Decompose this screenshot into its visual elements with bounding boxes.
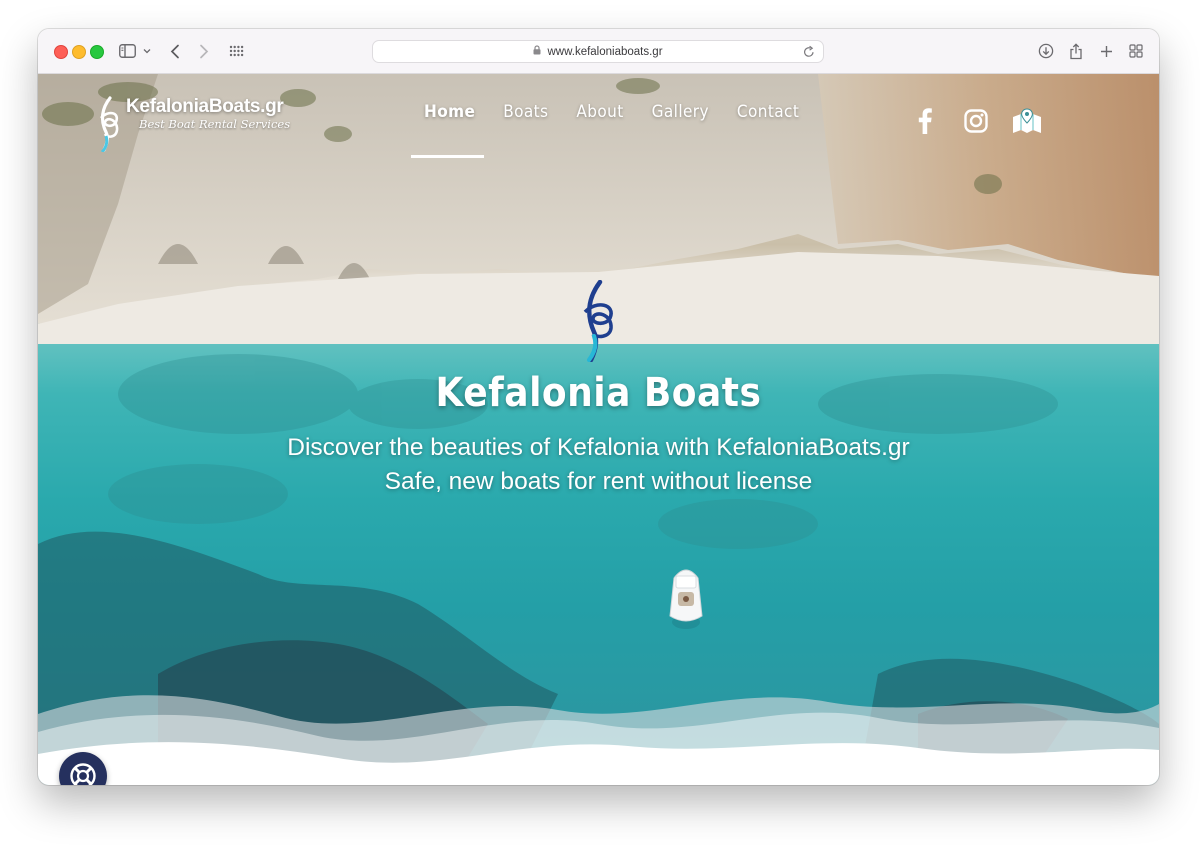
- nav-about[interactable]: About: [562, 102, 637, 122]
- nav-home[interactable]: Home: [410, 102, 489, 122]
- logo-tagline: Best Boat Rental Services: [139, 117, 291, 131]
- close-window-button[interactable]: [54, 45, 68, 59]
- hero-subtitle-line2: Safe, new boats for rent without license: [384, 468, 813, 495]
- tab-overview-icon[interactable]: [1127, 41, 1145, 61]
- main-nav: Home Boats About Gallery Contact: [410, 102, 813, 122]
- nav-contact[interactable]: Contact: [723, 102, 813, 122]
- browser-window: www.kefaloniaboats.gr KefaloniaBoats.gr …: [38, 29, 1159, 785]
- facebook-icon[interactable]: [914, 108, 936, 134]
- boat-image: [669, 569, 703, 629]
- address-bar[interactable]: www.kefaloniaboats.gr: [372, 40, 824, 63]
- hero-section: KefaloniaBoats.gr Best Boat Rental Servi…: [38, 74, 1159, 785]
- map-icon[interactable]: [1011, 108, 1043, 134]
- new-tab-icon[interactable]: [1097, 41, 1115, 61]
- logo-mark-icon: [100, 96, 119, 152]
- logo-name: KefaloniaBoats.gr: [126, 96, 284, 117]
- hero-subtitle-line1: Discover the beauties of Kefalonia with …: [287, 434, 910, 461]
- lifebuoy-icon: [70, 763, 96, 785]
- browser-toolbar: www.kefaloniaboats.gr: [38, 29, 1159, 74]
- nav-boats[interactable]: Boats: [489, 102, 562, 122]
- tab-grid-icon[interactable]: [227, 41, 245, 61]
- hero-title: Kefalonia Boats: [435, 370, 762, 416]
- wave-divider: [38, 695, 1159, 785]
- lock-icon: [533, 45, 541, 58]
- maximize-window-button[interactable]: [90, 45, 104, 59]
- back-icon[interactable]: [166, 41, 184, 61]
- nav-active-indicator: [411, 155, 484, 158]
- forward-icon[interactable]: [195, 41, 213, 61]
- reload-icon[interactable]: [803, 45, 815, 61]
- url-text: www.kefaloniaboats.gr: [547, 45, 663, 58]
- share-icon[interactable]: [1067, 41, 1085, 61]
- nav-gallery[interactable]: Gallery: [638, 102, 723, 122]
- brand-mark-icon: [583, 280, 613, 362]
- chevron-down-icon[interactable]: [141, 41, 153, 61]
- sidebar-icon[interactable]: [117, 41, 137, 61]
- sea-image: [38, 354, 1159, 785]
- site-logo[interactable]: KefaloniaBoats.gr Best Boat Rental Servi…: [96, 96, 290, 152]
- minimize-window-button[interactable]: [72, 45, 86, 59]
- download-icon[interactable]: [1036, 41, 1056, 61]
- instagram-icon[interactable]: [963, 108, 989, 134]
